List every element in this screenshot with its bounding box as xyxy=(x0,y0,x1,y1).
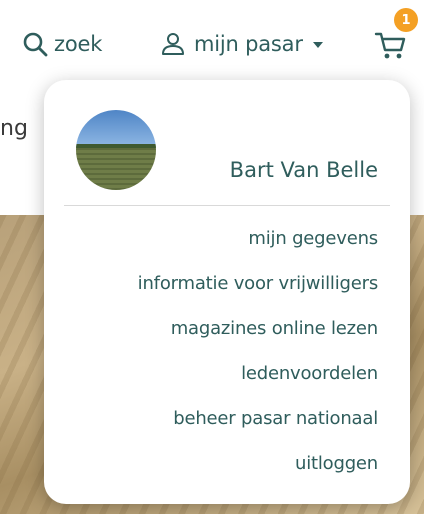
account-dropdown: Bart Van Belle mijn gegevens informatie … xyxy=(44,80,410,504)
dropdown-divider xyxy=(64,205,390,206)
account-menu: mijn gegevens informatie voor vrijwillig… xyxy=(48,226,379,496)
caret-down-icon xyxy=(312,42,323,48)
menu-item-national-admin[interactable]: beheer pasar nationaal xyxy=(48,406,378,451)
cart-count-badge: 1 xyxy=(394,8,418,32)
menu-item-volunteer-info[interactable]: informatie voor vrijwilligers xyxy=(48,271,379,316)
search-icon xyxy=(23,32,48,57)
account-label: mijn pasar xyxy=(194,32,303,56)
cart-icon xyxy=(374,32,406,59)
user-icon xyxy=(162,33,184,55)
cart-button[interactable]: 1 xyxy=(374,8,418,64)
top-navigation: zoek mijn pasar 1 xyxy=(0,0,424,86)
menu-item-my-details[interactable]: mijn gegevens xyxy=(48,226,378,271)
menu-item-member-benefits[interactable]: ledenvoordelen xyxy=(48,361,378,406)
menu-item-logout[interactable]: uitloggen xyxy=(48,451,378,496)
search-button[interactable]: zoek xyxy=(22,26,102,62)
search-label: zoek xyxy=(54,32,103,56)
account-menu-toggle[interactable]: mijn pasar xyxy=(160,26,323,62)
background-heading-fragment: ng xyxy=(0,116,28,141)
avatar xyxy=(76,110,156,190)
user-name: Bart Van Belle xyxy=(229,158,378,182)
menu-item-magazines[interactable]: magazines online lezen xyxy=(48,316,378,361)
